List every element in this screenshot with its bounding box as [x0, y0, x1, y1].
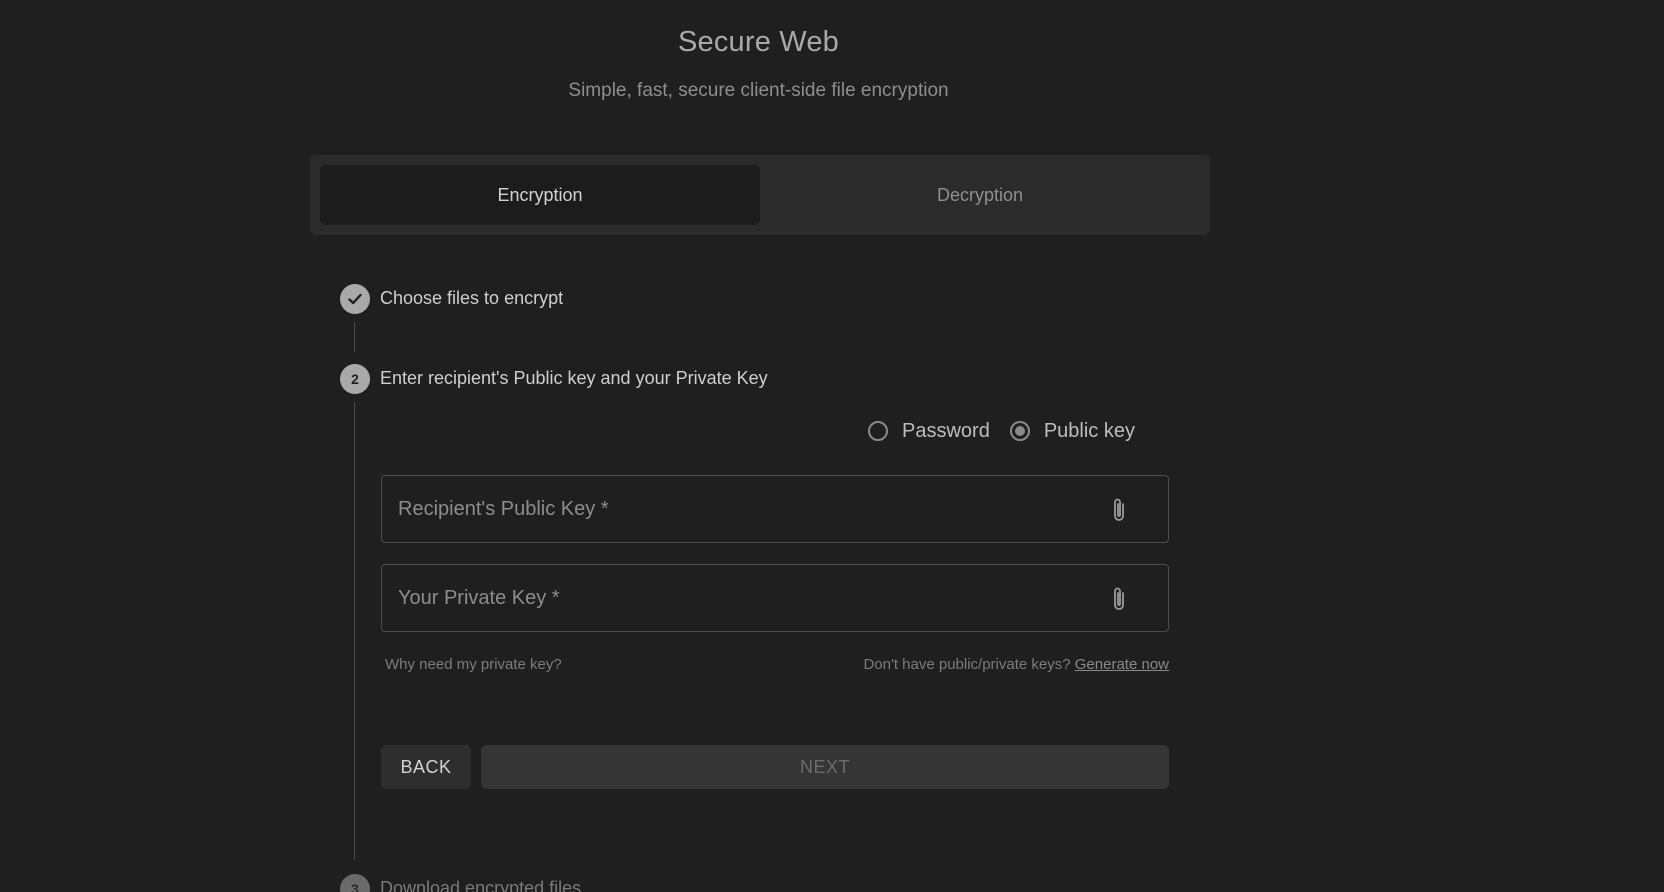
- step-3-label: Download encrypted files: [380, 878, 582, 892]
- radio-public-key-label: Public key: [1043, 419, 1135, 442]
- tab-encryption[interactable]: Encryption: [320, 165, 760, 225]
- paperclip-icon[interactable]: [1108, 496, 1130, 524]
- back-button[interactable]: BACK: [381, 745, 471, 789]
- step-2-label: Enter recipient's Public key and your Pr…: [380, 368, 768, 388]
- app-title: Secure Web: [677, 26, 840, 58]
- mode-tabs: Encryption Decryption: [310, 155, 1210, 235]
- tab-decryption[interactable]: Decryption: [760, 165, 1200, 225]
- no-keys-text: Don't have public/private keys?: [863, 656, 1071, 673]
- check-icon: [348, 293, 362, 305]
- app-subtitle: Simple, fast, secure client-side file en…: [568, 80, 949, 101]
- key-mode-radio-group: Password Public key: [868, 416, 1155, 446]
- radio-password-label: Password: [902, 419, 990, 442]
- step-connector: [354, 322, 355, 352]
- private-key-field[interactable]: Your Private Key *: [381, 564, 1169, 632]
- recipient-public-key-field[interactable]: Recipient's Public Key *: [381, 475, 1169, 543]
- radio-unchecked-icon[interactable]: [868, 421, 888, 441]
- step-3-number: 3: [340, 874, 370, 892]
- generate-keys-hint: Don't have public/private keys? Generate…: [863, 656, 1169, 673]
- step-connector: [354, 402, 355, 860]
- paperclip-icon[interactable]: [1108, 585, 1130, 613]
- radio-checked-icon[interactable]: [1009, 421, 1030, 441]
- step-1-complete-indicator: [340, 284, 370, 314]
- recipient-public-key-placeholder: Recipient's Public Key *: [398, 498, 609, 520]
- step-2-number: 2: [340, 364, 370, 394]
- next-button[interactable]: NEXT: [481, 745, 1169, 789]
- page: Secure Web Simple, fast, secure client-s…: [0, 0, 1664, 892]
- private-key-placeholder: Your Private Key *: [398, 587, 560, 609]
- generate-now-link[interactable]: Generate now: [1075, 656, 1169, 673]
- radio-password[interactable]: Password: [868, 420, 990, 443]
- why-private-key-link[interactable]: Why need my private key?: [385, 656, 562, 673]
- radio-public-key[interactable]: Public key: [1009, 419, 1135, 443]
- step-1-label: Choose files to encrypt: [380, 288, 564, 308]
